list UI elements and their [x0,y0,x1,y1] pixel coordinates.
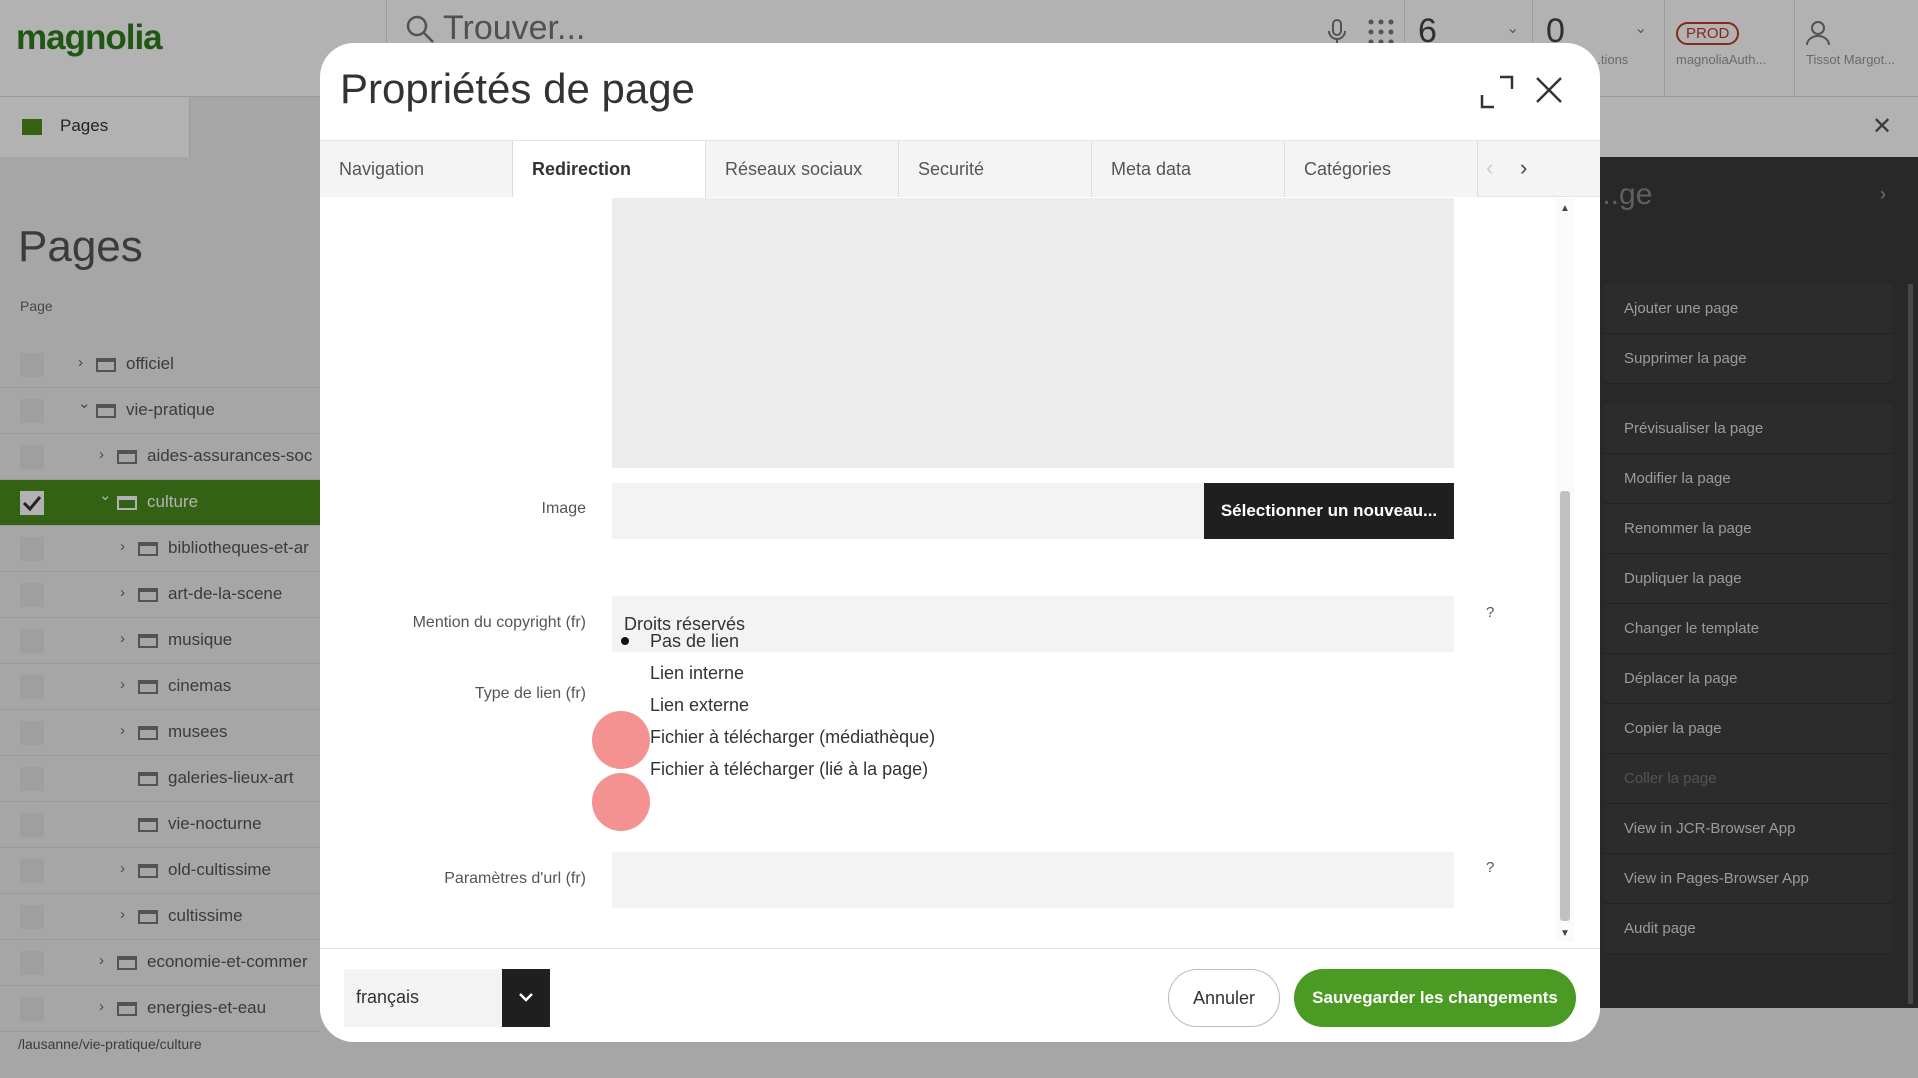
radio-option[interactable]: Lien externe [612,689,935,721]
dialog-tabs: Navigation Redirection Réseaux sociaux Secu… [320,140,1600,198]
scroll-down-arrow-icon[interactable]: ▼ [1560,928,1570,939]
radio-label: Fichier à télécharger (lié à la page) [650,758,929,779]
save-changes-button[interactable]: Sauvegarder les changements [1294,969,1576,1027]
url-params-input[interactable] [612,852,1454,908]
tab-cat-gories[interactable]: Catégories [1285,141,1478,197]
chevron-down-icon [519,993,533,1002]
close-icon[interactable] [1534,75,1564,105]
radio-label: Lien interne [650,662,745,683]
description-textarea[interactable] [612,198,1454,468]
radio-option[interactable]: Fichier à télécharger (lié à la page) [612,753,935,785]
select-image-button[interactable]: Sélectionner un nouveau... [1204,483,1454,539]
expand-icon[interactable] [1480,75,1514,109]
radio-option[interactable]: Pas de lien [612,625,935,657]
tab-securit-[interactable]: Securité [899,141,1092,197]
radio-label: Lien externe [650,694,750,715]
link-type-radio-group: Pas de lien Lien interne Lien externe Fichi… [612,625,935,785]
click-marker [592,711,650,769]
dialog-footer: français Annuler Sauvegarder les changem… [320,948,1600,1042]
language-dropdown-button[interactable] [502,969,550,1027]
language-select[interactable]: français [344,969,550,1027]
copyright-help-icon[interactable]: ? [1486,604,1494,621]
radio-label: Fichier à télécharger (médiathèque) [650,726,936,747]
language-value: français [356,987,420,1007]
image-field[interactable] [612,483,1204,539]
scroll-up-arrow-icon[interactable]: ▲ [1560,203,1570,214]
dialog-title: Propriétés de page [340,65,695,112]
radio-option[interactable]: Fichier à télécharger (médiathèque) [612,721,935,753]
copyright-label-text: Mention du copyright (fr) [412,614,586,631]
tab-navigation[interactable]: Navigation [320,141,513,197]
url-params-help-icon[interactable]: ? [1486,859,1494,876]
tab-meta-data[interactable]: Meta data [1092,141,1285,197]
tabs-next-icon[interactable]: › [1520,155,1527,181]
radio-unchecked[interactable] [618,698,632,712]
click-marker [592,773,650,831]
scrollbar-thumb[interactable] [1560,491,1570,921]
tab-redirection[interactable]: Redirection [513,141,706,198]
link-type-label: Type de lien (fr) [474,685,586,702]
dialog-content: Image Sélectionner un nouveau... Mention… [320,198,1600,948]
copyright-label: Mention du copyright (fr) [320,614,586,632]
radio-option[interactable]: Lien interne [612,657,935,689]
cancel-button[interactable]: Annuler [1168,969,1280,1027]
url-params-label: Paramètres d'url (fr) [444,870,586,887]
tab-r-seaux-sociaux[interactable]: Réseaux sociaux [706,141,899,197]
page-properties-dialog: Propriétés de page Navigation Redirection… [320,43,1600,1042]
radio-label: Pas de lien [650,630,740,651]
tabs-prev-icon[interactable]: ‹ [1486,155,1493,181]
radio-unchecked[interactable] [618,666,632,680]
radio-checked[interactable] [618,634,632,648]
image-label: Image [541,500,586,517]
